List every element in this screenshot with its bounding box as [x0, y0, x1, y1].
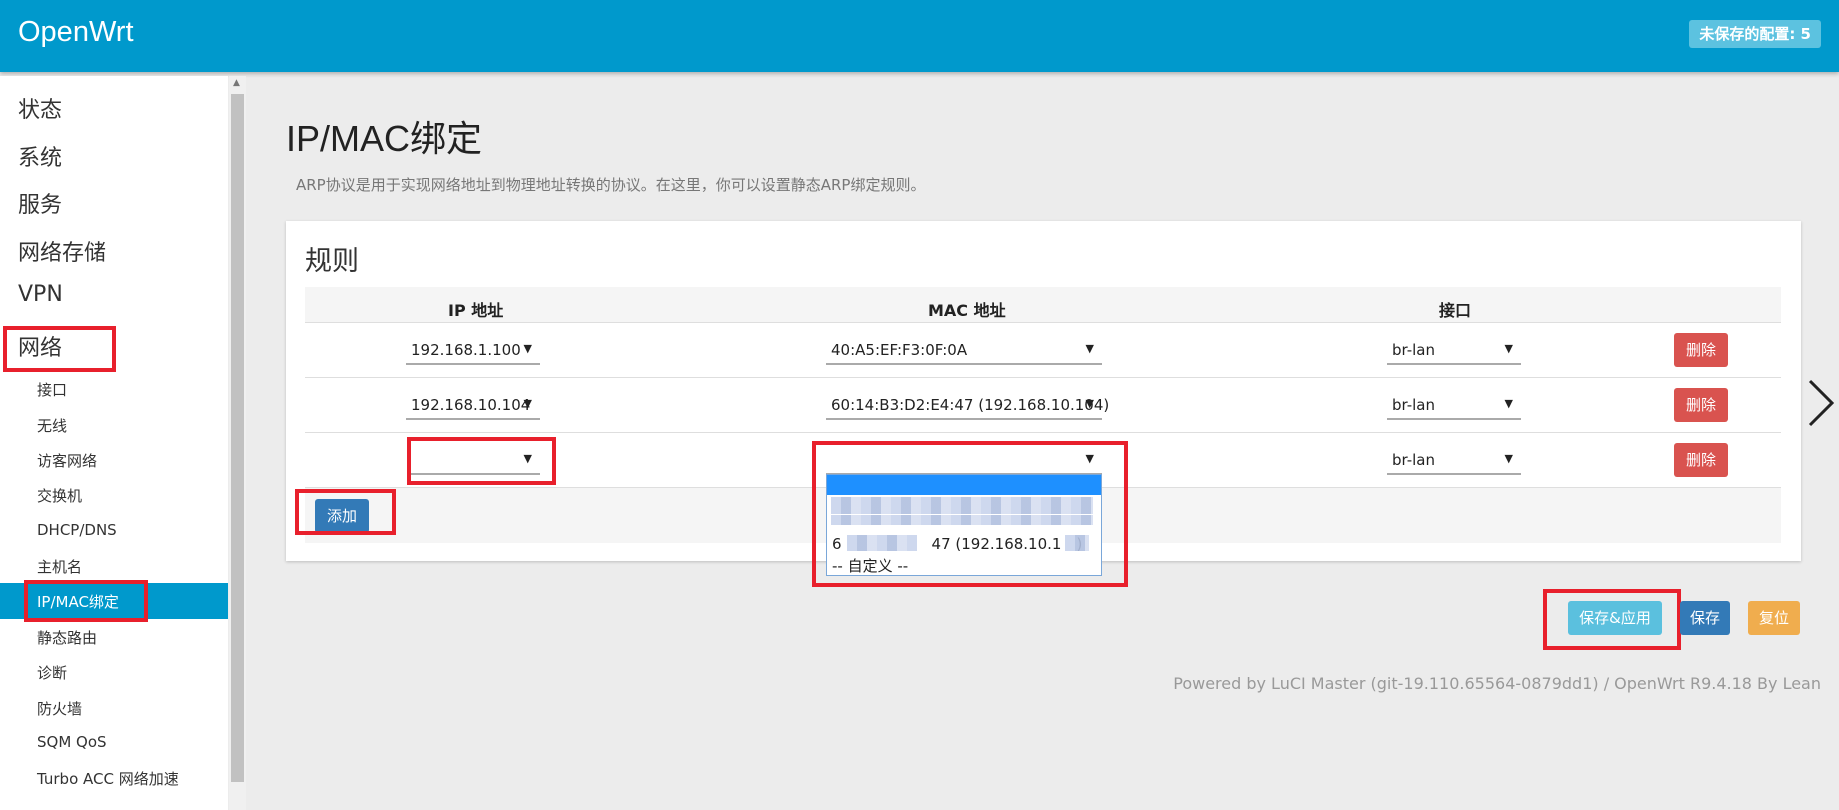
save-apply-button[interactable]: 保存&应用 [1568, 601, 1662, 635]
delete-button[interactable]: 删除 [1674, 333, 1728, 367]
annotation-box-network [3, 326, 116, 372]
chevron-down-icon: ▼ [1504, 342, 1513, 355]
interface-value: br-lan [1392, 396, 1436, 414]
sidebar: 状态 系统 服务 网络存储 VPN 网络 接口 无线 访客网络 交换机 DHCP… [0, 76, 228, 810]
sidebar-item-interfaces[interactable]: 接口 [37, 379, 67, 400]
chevron-right-icon[interactable] [1806, 378, 1836, 428]
chevron-down-icon: ▼ [1085, 342, 1094, 355]
ip-value: 192.168.1.100 [411, 341, 521, 359]
mac-value: 60:14:B3:D2:E4:47 (192.168.10.104) [831, 396, 1110, 414]
scrollbar-thumb[interactable] [231, 94, 244, 782]
sidebar-item-switch[interactable]: 交换机 [37, 485, 82, 506]
annotation-box-ip-mac [24, 580, 148, 622]
scroll-up-arrow-icon[interactable]: ▲ [233, 78, 240, 88]
sidebar-item-dhcp-dns[interactable]: DHCP/DNS [37, 521, 117, 539]
sidebar-item-vpn[interactable]: VPN [18, 282, 63, 307]
mac-select[interactable]: 40:A5:EF:F3:0F:0A ▼ [826, 335, 1102, 365]
chevron-down-icon: ▼ [523, 342, 532, 355]
sidebar-item-hostnames[interactable]: 主机名 [37, 556, 82, 577]
column-header-interface: 接口 [1439, 301, 1472, 320]
mac-select[interactable]: 60:14:B3:D2:E4:47 (192.168.10.104) ▼ [826, 390, 1109, 420]
sidebar-item-firewall[interactable]: 防火墙 [37, 698, 82, 719]
top-header: OpenWrt 未保存的配置: 5 [0, 0, 1839, 72]
sidebar-item-guest-network[interactable]: 访客网络 [37, 450, 97, 471]
sidebar-item-static-routes[interactable]: 静态路由 [37, 627, 97, 648]
unsaved-changes-badge[interactable]: 未保存的配置: 5 [1689, 20, 1821, 48]
ip-value: 192.168.10.104 [411, 396, 531, 414]
annotation-box-mac-select [812, 441, 1128, 587]
delete-button[interactable]: 删除 [1674, 388, 1728, 422]
sidebar-item-status[interactable]: 状态 [18, 92, 62, 124]
sidebar-item-services[interactable]: 服务 [18, 187, 62, 219]
footer-powered-by: Powered by LuCI Master (git-19.110.65564… [1173, 674, 1821, 693]
mac-value: 40:A5:EF:F3:0F:0A [831, 341, 968, 359]
sidebar-item-sqm-qos[interactable]: SQM QoS [37, 733, 107, 751]
section-title: 规则 [305, 246, 359, 277]
sidebar-scrollbar[interactable]: ▲ [229, 76, 246, 810]
chevron-down-icon: ▼ [1504, 397, 1513, 410]
chevron-down-icon: ▼ [523, 397, 532, 410]
ip-select[interactable]: 192.168.10.104 ▼ [406, 390, 540, 420]
save-button[interactable]: 保存 [1680, 601, 1730, 635]
sidebar-item-nas[interactable]: 网络存储 [18, 235, 106, 267]
interface-select[interactable]: br-lan ▼ [1387, 335, 1521, 365]
ip-select[interactable]: 192.168.1.100 ▼ [406, 335, 540, 365]
column-header-ip: IP 地址 [448, 301, 504, 320]
sidebar-item-diagnostics[interactable]: 诊断 [37, 662, 67, 683]
reset-button[interactable]: 复位 [1748, 601, 1800, 635]
column-header-mac: MAC 地址 [928, 301, 1006, 320]
chevron-down-icon: ▼ [1504, 452, 1513, 465]
chevron-down-icon: ▼ [1085, 397, 1094, 410]
annotation-box-add [295, 489, 396, 535]
sidebar-item-wireless[interactable]: 无线 [37, 415, 67, 436]
brand-logo[interactable]: OpenWrt [18, 16, 134, 49]
interface-select[interactable]: br-lan ▼ [1387, 390, 1521, 420]
interface-value: br-lan [1392, 341, 1436, 359]
sidebar-item-turbo-acc[interactable]: Turbo ACC 网络加速 [37, 768, 179, 789]
page-description: ARP协议是用于实现网络地址到物理地址转换的协议。在这里，你可以设置静态ARP绑… [296, 176, 926, 194]
page-title: IP/MAC绑定 [286, 118, 483, 159]
annotation-box-ip-select [407, 437, 556, 485]
interface-select[interactable]: br-lan ▼ [1387, 445, 1521, 475]
delete-button[interactable]: 删除 [1674, 443, 1728, 477]
sidebar-item-system[interactable]: 系统 [18, 140, 62, 172]
interface-value: br-lan [1392, 451, 1436, 469]
